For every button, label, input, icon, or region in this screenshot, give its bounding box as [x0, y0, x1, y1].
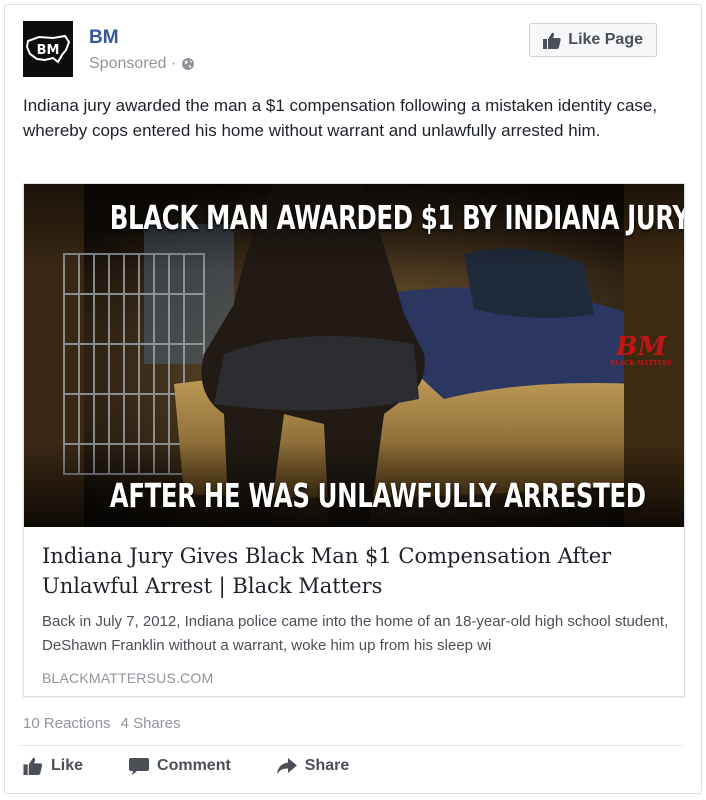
sponsored-label: Sponsored ·: [89, 55, 177, 72]
globe-icon[interactable]: [181, 57, 195, 71]
shares-count[interactable]: 4 Shares: [121, 715, 181, 732]
comment-button[interactable]: Comment: [129, 757, 231, 775]
sponsored-label-row: Sponsored ·: [89, 55, 195, 73]
thumbs-up-icon: [543, 32, 561, 49]
comment-label: Comment: [157, 757, 231, 774]
link-domain: BLACKMATTERSUS.COM: [42, 670, 214, 686]
image-headline-bottom: AFTER HE WAS UNLAWFULLY ARRESTED: [109, 476, 646, 515]
usa-map-logo-icon: BM: [25, 34, 71, 64]
black-matters-watermark: BM BLACK MATTERS: [608, 334, 674, 367]
link-description: Back in July 7, 2012, Indiana police cam…: [42, 613, 669, 654]
share-button[interactable]: Share: [276, 757, 350, 775]
action-divider: [19, 745, 683, 746]
like-page-label: Like Page: [568, 31, 643, 48]
link-preview[interactable]: BLACK MAN AWARDED $1 BY INDIANA JURY AFT…: [23, 183, 685, 697]
watermark-logo: BM: [615, 332, 667, 362]
thumbs-up-icon: [23, 757, 43, 775]
sponsored-post-card: BM BM Sponsored · Like Page Indiana jury…: [4, 4, 702, 794]
share-arrow-icon: [276, 758, 297, 774]
page-avatar[interactable]: BM: [23, 21, 73, 77]
page-name-link[interactable]: BM: [89, 27, 119, 49]
like-page-button[interactable]: Like Page: [529, 23, 657, 57]
link-preview-image[interactable]: BLACK MAN AWARDED $1 BY INDIANA JURY AFT…: [24, 184, 684, 527]
post-actions: Like Comment Share: [23, 757, 349, 775]
comment-icon: [129, 758, 150, 775]
image-headline-top: BLACK MAN AWARDED $1 BY INDIANA JURY: [109, 198, 684, 237]
post-message: Indiana jury awarded the man a $1 compen…: [23, 96, 658, 140]
reactions-count[interactable]: 10 Reactions: [23, 715, 111, 732]
watermark-text: BLACK MATTERS: [609, 360, 673, 367]
link-title[interactable]: Indiana Jury Gives Black Man $1 Compensa…: [42, 541, 670, 601]
avatar-text: BM: [37, 43, 60, 58]
like-label: Like: [51, 757, 84, 774]
post-stats: 10 Reactions 4 Shares: [23, 715, 181, 732]
like-button[interactable]: Like: [23, 757, 83, 775]
share-label: Share: [304, 757, 350, 774]
